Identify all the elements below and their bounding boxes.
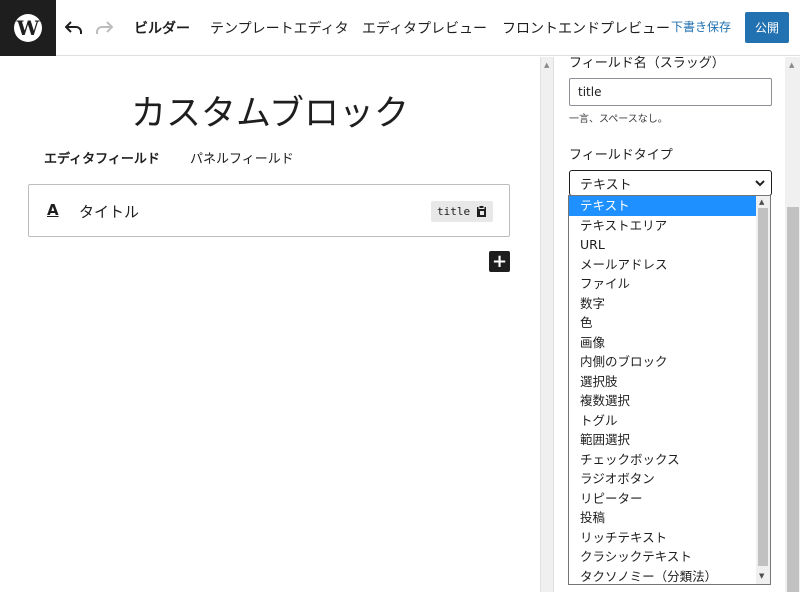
tab-editor-preview[interactable]: エディタプレビュー [362, 18, 487, 38]
undo-button[interactable] [62, 16, 86, 40]
chevron-down-icon [755, 180, 765, 187]
dropdown-option[interactable]: メールアドレス [569, 255, 756, 275]
wordpress-icon: W [14, 14, 42, 42]
scroll-down-arrow-icon[interactable]: ▼ [759, 572, 764, 580]
undo-icon [65, 21, 82, 34]
top-toolbar: W ビルダー テンプレートエディタ エディタプレビュー フロントエンドプレビュー… [0, 0, 800, 56]
tab-editor-fields[interactable]: エディタフィールド [44, 148, 160, 167]
dropdown-option[interactable]: ファイル [569, 274, 756, 294]
text-type-icon: A [47, 201, 59, 219]
dropdown-option[interactable]: リッチテキスト [569, 528, 756, 548]
scrollbar-thumb[interactable] [787, 207, 799, 592]
scroll-up-arrow-icon[interactable]: ▲ [789, 61, 794, 69]
field-row[interactable]: A タイトル title [28, 184, 510, 237]
dropdown-option[interactable]: タクソノミー（分類法） [569, 567, 756, 587]
dropdown-option[interactable]: URL [569, 235, 756, 255]
tab-builder[interactable]: ビルダー [134, 18, 190, 38]
tab-template-editor[interactable]: テンプレートエディタ [210, 18, 349, 38]
dropdown-option[interactable]: テキスト [569, 196, 756, 216]
dropdown-option[interactable]: トグル [569, 411, 756, 431]
field-slug-chip[interactable]: title [431, 201, 494, 222]
scroll-up-arrow-icon[interactable]: ▲ [544, 61, 549, 69]
slug-help-text: 一言、スペースなし。 [569, 114, 668, 125]
dropdown-option[interactable]: 選択肢 [569, 372, 756, 392]
dropdown-option[interactable]: 投稿 [569, 508, 756, 528]
redo-button[interactable] [92, 16, 116, 40]
slug-field-label: フィールド名（スラッグ） [569, 56, 725, 71]
wordpress-logo[interactable]: W [0, 0, 56, 56]
dropdown-option[interactable]: リピーター [569, 489, 756, 509]
field-type-dropdown-list: テキスト テキストエリア URL メールアドレス ファイル 数字色画像 内側のブロック 選択肢… [568, 195, 771, 585]
scroll-up-arrow-icon[interactable]: ▲ [759, 198, 764, 206]
save-draft-button[interactable]: 下書き保存 [671, 18, 731, 35]
add-field-button[interactable]: + [489, 251, 510, 272]
field-label: タイトル [79, 203, 140, 221]
scrollbar-thumb[interactable] [758, 208, 768, 566]
dropdown-option[interactable]: 範囲選択 [569, 430, 756, 450]
dropdown-option[interactable]: チェックボックス [569, 450, 756, 470]
dropdown-option[interactable]: 画像 [569, 333, 756, 353]
slug-input[interactable] [569, 78, 772, 106]
field-type-select[interactable]: テキスト [569, 170, 772, 196]
field-type-label: フィールドタイプ [569, 148, 673, 163]
redo-icon [96, 21, 113, 34]
tab-frontend-preview[interactable]: フロントエンドプレビュー [502, 18, 670, 38]
field-slug: title [437, 205, 471, 218]
sidebar-left-scrollbar[interactable]: ▲ [541, 57, 554, 592]
dropdown-option[interactable]: 複数選択 [569, 391, 756, 411]
dropdown-option[interactable]: 数字 [569, 294, 756, 314]
dropdown-option[interactable]: ラジオボタン [569, 469, 756, 489]
field-type-selected-value: テキスト [580, 177, 632, 193]
dropdown-option[interactable]: 色 [569, 313, 756, 333]
sidebar-right-scrollbar[interactable]: ▲ [785, 57, 800, 592]
dropdown-option[interactable]: テキストエリア [569, 216, 756, 236]
dropdown-option[interactable]: 内側のブロック [569, 352, 756, 372]
dropdown-option[interactable]: クラシックテキスト [569, 547, 756, 567]
editor-canvas: カスタムブロック エディタフィールド パネルフィールド A タイトル title… [0, 57, 540, 592]
tab-panel-fields[interactable]: パネルフィールド [190, 148, 294, 167]
block-title[interactable]: カスタムブロック [0, 85, 540, 136]
dropdown-scrollbar[interactable]: ▲ ▼ [756, 196, 770, 584]
copy-icon[interactable] [476, 205, 487, 218]
publish-button[interactable]: 公開 [745, 12, 789, 43]
